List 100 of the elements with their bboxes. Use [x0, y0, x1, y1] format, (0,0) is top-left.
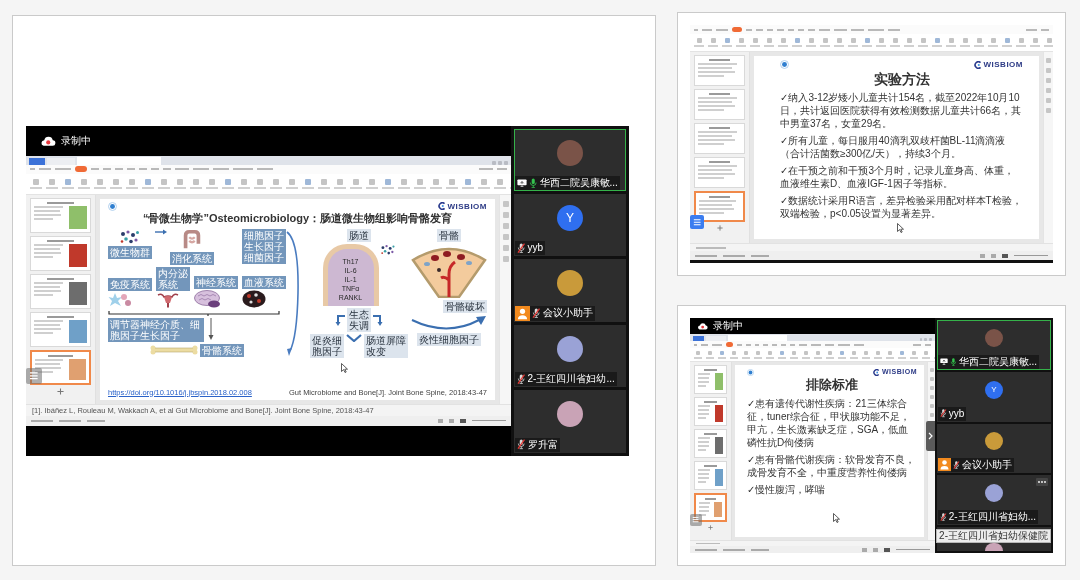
recording-label: 录制中 — [61, 134, 91, 147]
figure-label: 骨骼 — [437, 228, 461, 242]
participant-name: yyb — [948, 407, 965, 420]
slide-title: “骨微生物学”Osteomicrobiology：肠道微生物组影响骨骼发育 — [141, 211, 454, 226]
list-icon — [692, 516, 700, 524]
figure-label: 炎性细胞因子 — [417, 332, 481, 346]
more-icon[interactable] — [1036, 478, 1048, 487]
figure-label: 促炎细胞因子 — [310, 333, 344, 358]
brain-icon — [194, 289, 222, 308]
slide-thumbnail[interactable] — [30, 349, 91, 385]
recording-icon — [697, 322, 708, 330]
slide-thumbnail[interactable] — [694, 89, 745, 120]
bullet-text: ✓纳入3-12岁矮小儿童共计154名，截至2022年10月10日，共计返回医院获得有效检测数据儿童共计66名，其中男童37名，女童29名。 — [780, 91, 1023, 131]
participant-tile[interactable]: 会议小助手 — [514, 259, 626, 322]
slide-thumbnail[interactable] — [694, 157, 745, 188]
participant-tile[interactable]: 华西二院吴康敏... — [937, 320, 1051, 370]
avatar-photo — [985, 543, 1003, 551]
slide-thumbnail[interactable] — [30, 311, 91, 347]
plus-icon[interactable] — [708, 525, 713, 530]
figure-label: 肠道屏障改变 — [364, 333, 408, 358]
figure-label: 骨骼破坏 — [443, 299, 487, 313]
bullet-text: ✓患有遗传代谢性疾病：21三体综合征，tuner综合征，甲状腺功能不足，甲亢，生长激素缺乏症，SGA，低血磷性抗D佝偻病 — [747, 396, 911, 449]
microbes-icon — [379, 243, 396, 256]
figure-label: 肠道 — [347, 228, 371, 242]
list-icon — [29, 370, 39, 381]
plus-icon[interactable] — [57, 387, 64, 395]
participant-name: yyb — [527, 242, 544, 255]
chevron-down-icon — [346, 333, 362, 342]
participant-tile[interactable]: 华西二院吴康敏... — [514, 128, 626, 191]
curved-arrow-icon — [411, 314, 487, 331]
logo-icon — [873, 368, 880, 376]
participant-name: 罗升富 — [527, 438, 558, 451]
participant-name: 华西二院吴康敏... — [539, 176, 618, 189]
participant-tile[interactable]: 2-王红四川省妇幼... — [937, 475, 1051, 525]
participant-name: 会议小助手 — [961, 459, 1012, 472]
immune-cells-icon — [108, 291, 132, 308]
figure-label: 血液系统 — [242, 275, 286, 289]
avatar-photo — [557, 270, 583, 296]
participant-tile[interactable]: Y yyb — [937, 371, 1051, 422]
slide-thumbnail[interactable] — [694, 55, 745, 86]
figure-label: 免疫系统 — [108, 277, 152, 291]
participant-tile[interactable]: 2-王红四川省妇幼... — [514, 324, 626, 388]
blood-cells-icon — [242, 289, 266, 308]
slide-thumbnail[interactable] — [694, 397, 727, 426]
curved-arrow-icon — [286, 228, 300, 357]
figure-label: 骨骼系统 — [200, 343, 244, 357]
chevron-right-icon — [928, 432, 933, 441]
slide-thumbnail[interactable] — [694, 123, 745, 154]
dot-icon — [780, 60, 789, 70]
microbes-icon — [119, 228, 141, 245]
slide-thumbnail[interactable] — [30, 273, 91, 309]
logo-text: WISBIOM — [983, 60, 1023, 70]
slide-thumbnail[interactable] — [30, 235, 91, 271]
logo-text: WISBIOM — [447, 201, 487, 212]
figure-label: 细胞因子生长因子细菌因子 — [242, 228, 286, 264]
avatar-photo — [557, 335, 583, 362]
collapse-button[interactable] — [926, 421, 935, 452]
slide-thumbnail[interactable] — [30, 197, 91, 233]
slide-thumbnail[interactable] — [694, 365, 727, 394]
avatar-photo — [557, 401, 583, 428]
slide-thumbnail[interactable] — [694, 191, 745, 222]
dot-icon — [747, 368, 754, 376]
cursor-icon — [896, 222, 904, 233]
slide-thumbnail[interactable] — [694, 429, 727, 458]
slide-title: 实验方法 — [872, 69, 931, 89]
avatar-photo — [557, 139, 583, 166]
cursor-icon — [340, 363, 348, 374]
bullet-text: ✓患有骨骼代谢疾病：软骨发育不良，成骨发育不全，中重度营养性佝偻病 — [747, 452, 917, 479]
floating-button[interactable] — [26, 367, 42, 384]
figure-label: 神经系统 — [194, 275, 238, 289]
participant-tile[interactable]: Y yyb — [514, 193, 626, 257]
slide-thumbnail[interactable] — [694, 493, 727, 522]
figure-label: 内分泌系统 — [156, 266, 190, 291]
figure-label: 消化系统 — [170, 251, 214, 265]
participant-tile[interactable]: 会议小助手 — [937, 423, 1051, 474]
participant-name: 2-王红四川省妇幼... — [948, 511, 1037, 523]
down-arrow-icon — [208, 317, 214, 340]
avatar-photo — [985, 484, 1003, 503]
participant-tile[interactable]: 罗升富 — [514, 390, 626, 453]
intestine-icon — [181, 228, 203, 251]
bullet-text: ✓在干预之前和干预3个月时，记录儿童身高、体重，血液维生素D、血液IGF-1因子等指标。 — [780, 164, 1015, 191]
figure-label: 调节器神经介质、细胞因子生长因子 — [108, 317, 204, 342]
avatar-photo — [985, 432, 1003, 451]
elbow-arrow-icon — [373, 313, 383, 326]
recording-label: 录制中 — [713, 320, 743, 332]
plus-icon[interactable] — [716, 225, 723, 231]
floating-button[interactable] — [690, 215, 704, 229]
slide-thumbnail[interactable] — [694, 461, 727, 490]
floating-button[interactable] — [690, 514, 702, 526]
figure-label: 微生物群 — [108, 246, 152, 259]
bullet-text: ✓慢性腹泻，哮喘 — [747, 482, 827, 496]
avatar-initial: Y — [985, 380, 1003, 399]
bullet-text: ✓数据统计采用R语言，差异检验采用配对样本T检验，双端检验，p<0.05设置为显著差异。 — [780, 194, 1023, 221]
figure-label: 生态失调 — [347, 307, 371, 332]
list-icon — [692, 217, 702, 227]
participant-name: 华西二院吴康敏... — [958, 355, 1038, 368]
avatar-photo — [985, 328, 1003, 347]
tooltip: 2-王红四川省妇幼保健院 — [936, 529, 1051, 543]
bone-icon — [150, 345, 198, 356]
slide-title: 排除标准 — [805, 376, 859, 394]
